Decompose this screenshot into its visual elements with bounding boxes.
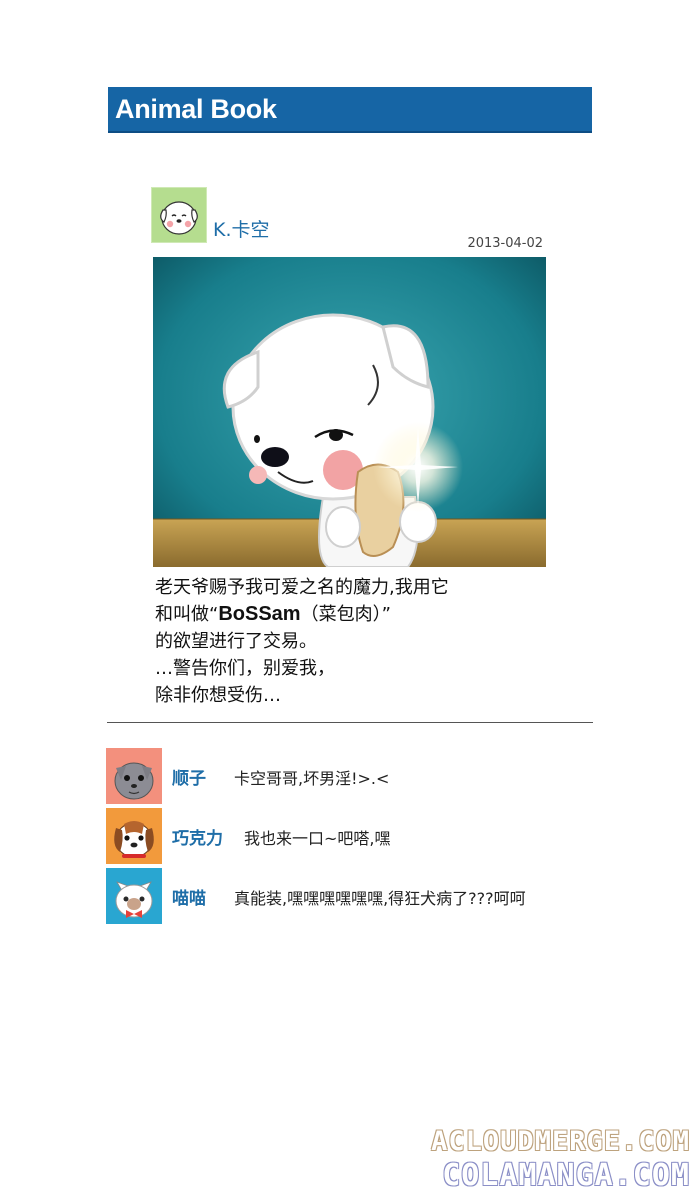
commenter-avatar[interactable] (106, 808, 162, 864)
post-body: 老天爷赐予我可爱之名的魔力,我用它 和叫做“BoSSam（菜包肉）” 的欲望进行… (155, 574, 555, 709)
commenter-name[interactable]: 巧克力 (172, 824, 223, 849)
commenter-name[interactable]: 顺子 (172, 764, 206, 789)
comment-row: 喵喵 真能装,嘿嘿嘿嘿嘿嘿,得狂犬病了???呵呵 (106, 868, 606, 924)
post-line-3: 的欲望进行了交易。 (155, 631, 317, 652)
comment-text: 我也来一口~吧嗒,嘿 (244, 829, 391, 848)
watermark-line-1: ACLOUDMERGE.COM (431, 1126, 690, 1157)
comment-text: 真能装,嘿嘿嘿嘿嘿嘿,得狂犬病了???呵呵 (234, 889, 526, 908)
comment-row: 巧克力 我也来一口~吧嗒,嘿 (106, 808, 606, 864)
white-dog-icon (160, 201, 198, 235)
comment-row: 顺子 卡空哥哥,坏男淫!>.< (106, 748, 606, 804)
post-line-2-suffix: （菜包肉）” (300, 604, 391, 625)
post-author-name[interactable]: K.卡空 (213, 215, 270, 242)
cat-avatar-icon (106, 868, 162, 924)
app-header: Animal Book (108, 87, 592, 133)
app-title: Animal Book (115, 94, 277, 124)
commenter-avatar[interactable] (106, 868, 162, 924)
commenter-avatar[interactable] (106, 748, 162, 804)
comment-text: 卡空哥哥,坏男淫!>.< (234, 769, 390, 788)
post-image (153, 257, 546, 567)
gray-dog-avatar-icon (106, 748, 162, 804)
commenter-name[interactable]: 喵喵 (172, 884, 206, 909)
post-line-2-prefix: 和叫做“ (155, 604, 219, 625)
author-avatar[interactable] (151, 187, 207, 243)
post-line-1: 老天爷赐予我可爱之名的魔力,我用它 (155, 577, 449, 598)
bossam-dog-illustration (153, 257, 546, 567)
comments-divider (107, 722, 593, 723)
post-line-5: 除非你想受伤… (155, 685, 281, 706)
watermark-line-2: COLAMANGA.COM (442, 1158, 690, 1193)
post-line-2: 和叫做“BoSSam（菜包肉）” (155, 601, 555, 628)
post-date: 2013-04-02 (467, 236, 543, 251)
post-line-4: …警告你们，别爱我， (155, 658, 335, 679)
post-line-2-emphasis: BoSSam (218, 603, 301, 625)
beagle-avatar-icon (106, 808, 162, 864)
